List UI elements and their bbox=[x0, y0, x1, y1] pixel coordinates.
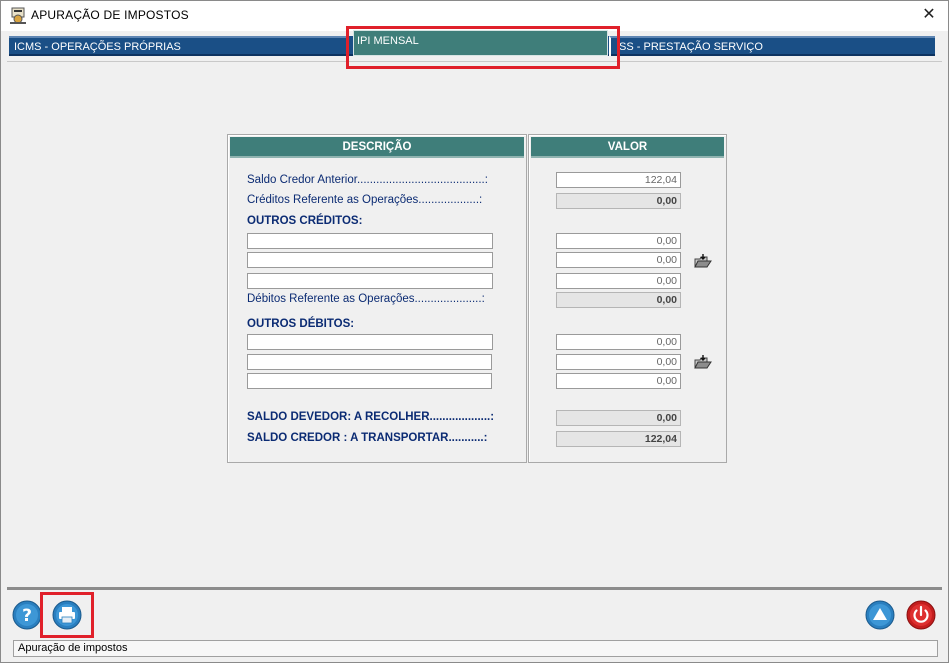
outros-debitos-desc-2[interactable] bbox=[247, 354, 492, 370]
arrow-up-icon[interactable] bbox=[865, 600, 895, 630]
outros-creditos-value-2[interactable]: 0,00 bbox=[556, 252, 681, 268]
outros-debitos-value-1[interactable]: 0,00 bbox=[556, 334, 681, 350]
saldo-devedor-field: 0,00 bbox=[556, 410, 681, 426]
tab-ipi-mensal[interactable]: IPI MENSAL bbox=[353, 30, 608, 56]
value-header: VALOR bbox=[531, 137, 724, 158]
folder-import-icon[interactable] bbox=[694, 354, 712, 370]
window-title: APURAÇÃO DE IMPOSTOS bbox=[31, 8, 189, 22]
saldo-credor-label: SALDO CREDOR : A TRANSPORTAR...........: bbox=[247, 432, 488, 444]
debitos-operacoes-field: 0,00 bbox=[556, 292, 681, 308]
bottom-separator bbox=[7, 587, 942, 590]
outros-debitos-value-2[interactable]: 0,00 bbox=[556, 354, 681, 370]
outros-creditos-desc-2[interactable] bbox=[247, 252, 493, 268]
description-header: DESCRIÇÃO bbox=[230, 137, 524, 158]
creditos-operacoes-label: Créditos Referente as Operações.........… bbox=[247, 194, 483, 206]
tab-icms-operacoes-proprias[interactable]: ICMS - OPERAÇÕES PRÓPRIAS bbox=[9, 36, 349, 56]
outros-creditos-value-3[interactable]: 0,00 bbox=[556, 273, 681, 289]
debitos-operacoes-label: Débitos Referente as Operações..........… bbox=[247, 293, 485, 305]
power-icon[interactable] bbox=[906, 600, 936, 630]
creditos-operacoes-field: 0,00 bbox=[556, 193, 681, 209]
svg-text:?: ? bbox=[22, 606, 32, 626]
folder-import-icon[interactable] bbox=[694, 253, 712, 269]
outros-creditos-desc-1[interactable] bbox=[247, 233, 493, 249]
outros-debitos-label: OUTROS DÉBITOS: bbox=[247, 318, 355, 330]
outros-creditos-desc-3[interactable] bbox=[247, 273, 493, 289]
status-bar: Apuração de impostos bbox=[13, 640, 938, 657]
saldo-credor-anterior-label: Saldo Credor Anterior...................… bbox=[247, 174, 488, 186]
outros-debitos-desc-1[interactable] bbox=[247, 334, 493, 350]
outros-debitos-desc-3[interactable] bbox=[247, 373, 492, 389]
help-icon[interactable]: ? bbox=[12, 600, 42, 630]
saldo-credor-anterior-field[interactable]: 122,04 bbox=[556, 172, 681, 188]
title-bar: APURAÇÃO DE IMPOSTOS ✕ bbox=[1, 1, 948, 31]
outros-creditos-label: OUTROS CRÉDITOS: bbox=[247, 215, 363, 227]
tab-bar: ICMS - OPERAÇÕES PRÓPRIAS ISS - PRESTAÇÃ… bbox=[9, 30, 935, 56]
tab-iss-prestacao-servico[interactable]: ISS - PRESTAÇÃO SERVIÇO bbox=[609, 36, 935, 56]
close-button[interactable]: ✕ bbox=[918, 5, 940, 25]
tax-app-icon bbox=[10, 7, 26, 24]
saldo-credor-field: 122,04 bbox=[556, 431, 681, 447]
main-window: APURAÇÃO DE IMPOSTOS ✕ ICMS - OPERAÇÕES … bbox=[0, 0, 949, 663]
outros-debitos-value-3[interactable]: 0,00 bbox=[556, 373, 681, 389]
printer-icon[interactable] bbox=[52, 600, 82, 630]
saldo-devedor-label: SALDO DEVEDOR: A RECOLHER...............… bbox=[247, 411, 495, 423]
outros-creditos-value-1[interactable]: 0,00 bbox=[556, 233, 681, 249]
